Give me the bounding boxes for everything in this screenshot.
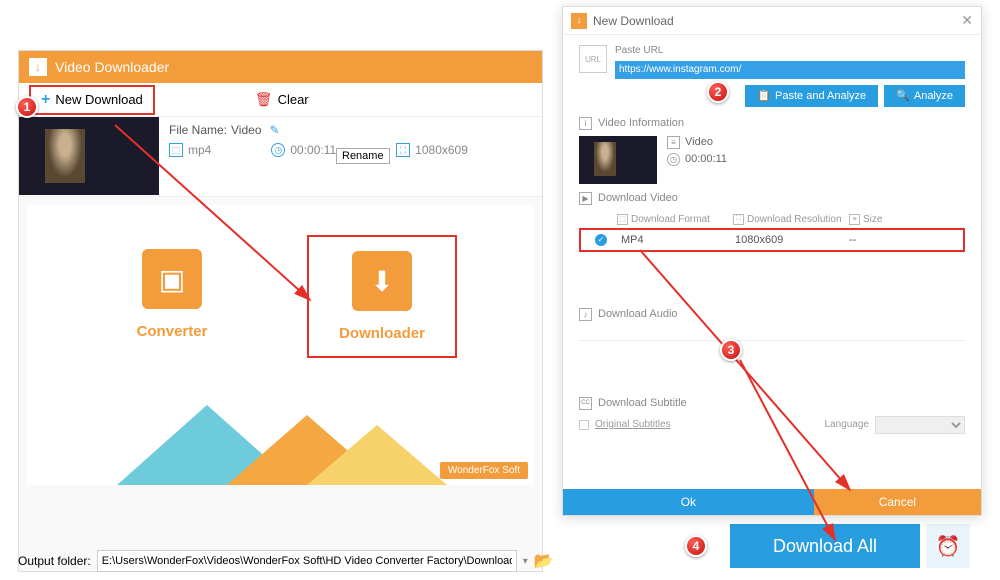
file-name-label: File Name: (169, 123, 227, 137)
file-name-value: Video (231, 123, 261, 137)
row-format: MP4 (621, 234, 735, 246)
alarm-button[interactable]: ⏰ (926, 524, 970, 568)
output-folder-row: Output folder: ▾ 📂 (18, 550, 554, 572)
new-download-dialog: ↓ New Download ✕ URL Paste URL 📋Paste an… (562, 6, 982, 516)
resolution-icon: ⛶ (396, 143, 410, 157)
dropdown-icon[interactable]: ▾ (523, 556, 528, 567)
dialog-titlebar: ↓ New Download ✕ (563, 7, 981, 35)
step-badge-4: 4 (685, 535, 707, 557)
cancel-button[interactable]: Cancel (814, 489, 981, 515)
download-all-button[interactable]: Download All (730, 524, 920, 568)
url-icon: URL (579, 45, 607, 73)
audio-icon: ♪ (579, 308, 592, 321)
dialog-thumbnail (579, 136, 657, 184)
format-row[interactable]: ✓ MP4 1080x609 -- (579, 228, 965, 252)
video-icon: ▶ (579, 192, 592, 205)
downloader-label: Downloader (309, 325, 455, 342)
step-badge-3: 3 (720, 339, 742, 361)
hub-area: ▣ Converter ⬇ Downloader WonderFox Soft (27, 205, 534, 485)
res-col-icon: ⛶ (733, 214, 744, 225)
main-titlebar: ↓ Video Downloader (19, 51, 542, 83)
search-icon: 🔍 (896, 89, 910, 102)
dialog-video-name: Video (685, 136, 713, 148)
download-icon: ⬇ (352, 251, 412, 311)
edit-icon[interactable]: ✎ (270, 123, 280, 137)
ok-button[interactable]: Ok (563, 489, 814, 515)
dialog-duration: 00:00:11 (685, 153, 727, 165)
video-list-row[interactable]: File Name: Video ✎ ⬚mp4 ◷00:00:11 ⛶1080x… (19, 117, 542, 197)
clock-icon: ◷ (271, 143, 285, 157)
format-meta: ⬚mp4 (169, 143, 211, 157)
cc-icon: CC (579, 397, 592, 410)
trash-icon: 🗑 (255, 91, 273, 108)
check-icon: ✓ (595, 234, 607, 246)
video-thumbnail (19, 117, 159, 195)
format-table-header: ⬚Download Format ⛶Download Resolution ≡S… (579, 211, 965, 228)
app-icon: ↓ (29, 58, 47, 76)
converter-label: Converter (97, 323, 247, 340)
row-size: -- (849, 234, 963, 246)
language-label: Language (825, 419, 870, 430)
video-info-heading: Video Information (598, 117, 684, 129)
analyze-button[interactable]: 🔍Analyze (884, 85, 965, 107)
output-folder-input[interactable] (97, 550, 517, 572)
downloader-card[interactable]: ⬇ Downloader (307, 235, 457, 358)
url-input[interactable] (615, 61, 965, 79)
duration-meta: ◷00:00:11 (271, 143, 336, 157)
dialog-title: New Download (593, 14, 674, 28)
paste-icon: 📋 (757, 89, 771, 102)
film-icon: ▣ (142, 249, 202, 309)
row-resolution: 1080x609 (735, 234, 849, 246)
new-download-button[interactable]: + New Download (29, 85, 155, 115)
clear-label: Clear (278, 92, 309, 107)
app-title: Video Downloader (55, 59, 169, 75)
download-video-heading: Download Video (598, 192, 678, 204)
info-icon: i (579, 117, 592, 130)
converter-card[interactable]: ▣ Converter (97, 235, 247, 358)
download-subtitle-heading: Download Subtitle (598, 397, 687, 409)
orig-subs-label: Original Subtitles (595, 419, 671, 430)
close-icon[interactable]: ✕ (961, 12, 973, 29)
clock-icon: ◷ (667, 153, 680, 166)
new-download-label: New Download (55, 92, 142, 107)
format-col-icon: ⬚ (617, 214, 628, 225)
format-icon: ⬚ (169, 143, 183, 157)
folder-open-icon[interactable]: 📂 (534, 551, 554, 571)
resolution-meta: ⛶1080x609 (396, 143, 468, 157)
plus-icon: + (41, 91, 50, 109)
language-select[interactable] (875, 416, 965, 434)
download-audio-heading: Download Audio (598, 308, 678, 320)
size-col-icon: ≡ (849, 214, 860, 225)
rename-tooltip: Rename (336, 148, 390, 164)
clear-button[interactable]: 🗑 Clear (255, 91, 309, 108)
dialog-app-icon: ↓ (571, 13, 587, 29)
paste-url-label: Paste URL (615, 45, 965, 56)
step-badge-1: 1 (16, 96, 38, 118)
video-downloader-window: ↓ Video Downloader + New Download 🗑 Clea… (18, 50, 543, 572)
paste-analyze-button[interactable]: 📋Paste and Analyze (745, 85, 878, 107)
main-toolbar: + New Download 🗑 Clear (19, 83, 542, 117)
file-icon: ≡ (667, 136, 680, 149)
wonderfox-badge: WonderFox Soft (440, 462, 528, 479)
orig-subs-checkbox[interactable] (579, 420, 589, 430)
output-label: Output folder: (18, 554, 91, 568)
step-badge-2: 2 (707, 81, 729, 103)
